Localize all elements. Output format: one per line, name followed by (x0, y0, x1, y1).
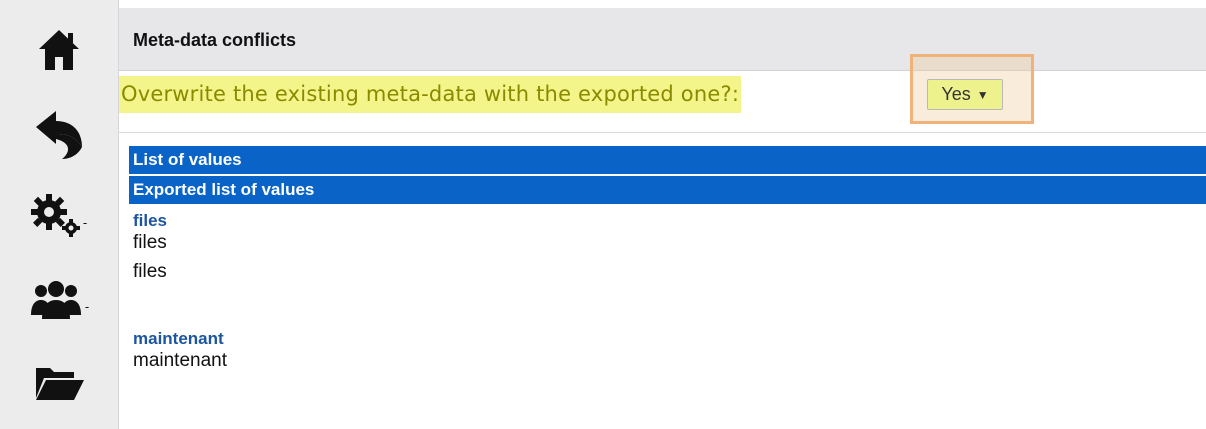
main-panel: Meta-data conflicts Overwrite the existi… (119, 0, 1206, 429)
gears-icon (30, 194, 80, 237)
users-dropdown-caret: - (84, 300, 90, 314)
folder-button[interactable] (0, 354, 118, 410)
settings-menu-button[interactable]: - (0, 188, 118, 244)
back-button[interactable] (0, 104, 118, 164)
overwrite-select-value: Yes (941, 84, 971, 104)
folder-open-icon (36, 368, 84, 400)
value-item: files (133, 261, 167, 282)
panel-header: Meta-data conflicts (119, 8, 1206, 71)
home-button[interactable] (0, 22, 118, 78)
value-item: files (133, 232, 167, 253)
list-of-values-header: List of values (129, 146, 1206, 176)
value-group: files files files (129, 212, 1206, 288)
users-menu-button[interactable]: - (0, 272, 118, 328)
dropdown-arrow-icon: ▼ (976, 87, 989, 102)
value-group: maintenant maintenant (129, 330, 1206, 374)
sidebar: - - (0, 0, 119, 429)
overwrite-row: Overwrite the existing meta-data with th… (119, 75, 742, 113)
users-icon (30, 281, 81, 319)
home-icon (39, 30, 79, 70)
overwrite-question: Overwrite the existing meta-data with th… (119, 75, 742, 113)
value-item: maintenant (133, 350, 228, 371)
exported-list-of-values-header: Exported list of values (129, 176, 1206, 206)
back-arrow-icon (36, 111, 82, 159)
settings-dropdown-caret: - (82, 216, 88, 230)
group-title: files (133, 211, 168, 230)
page-title: Meta-data conflicts (133, 30, 297, 50)
group-title: maintenant (133, 329, 224, 348)
overwrite-select[interactable]: Yes ▼ (927, 79, 1003, 110)
values-content: List of values Exported list of values f… (129, 146, 1206, 374)
divider (119, 132, 1206, 133)
